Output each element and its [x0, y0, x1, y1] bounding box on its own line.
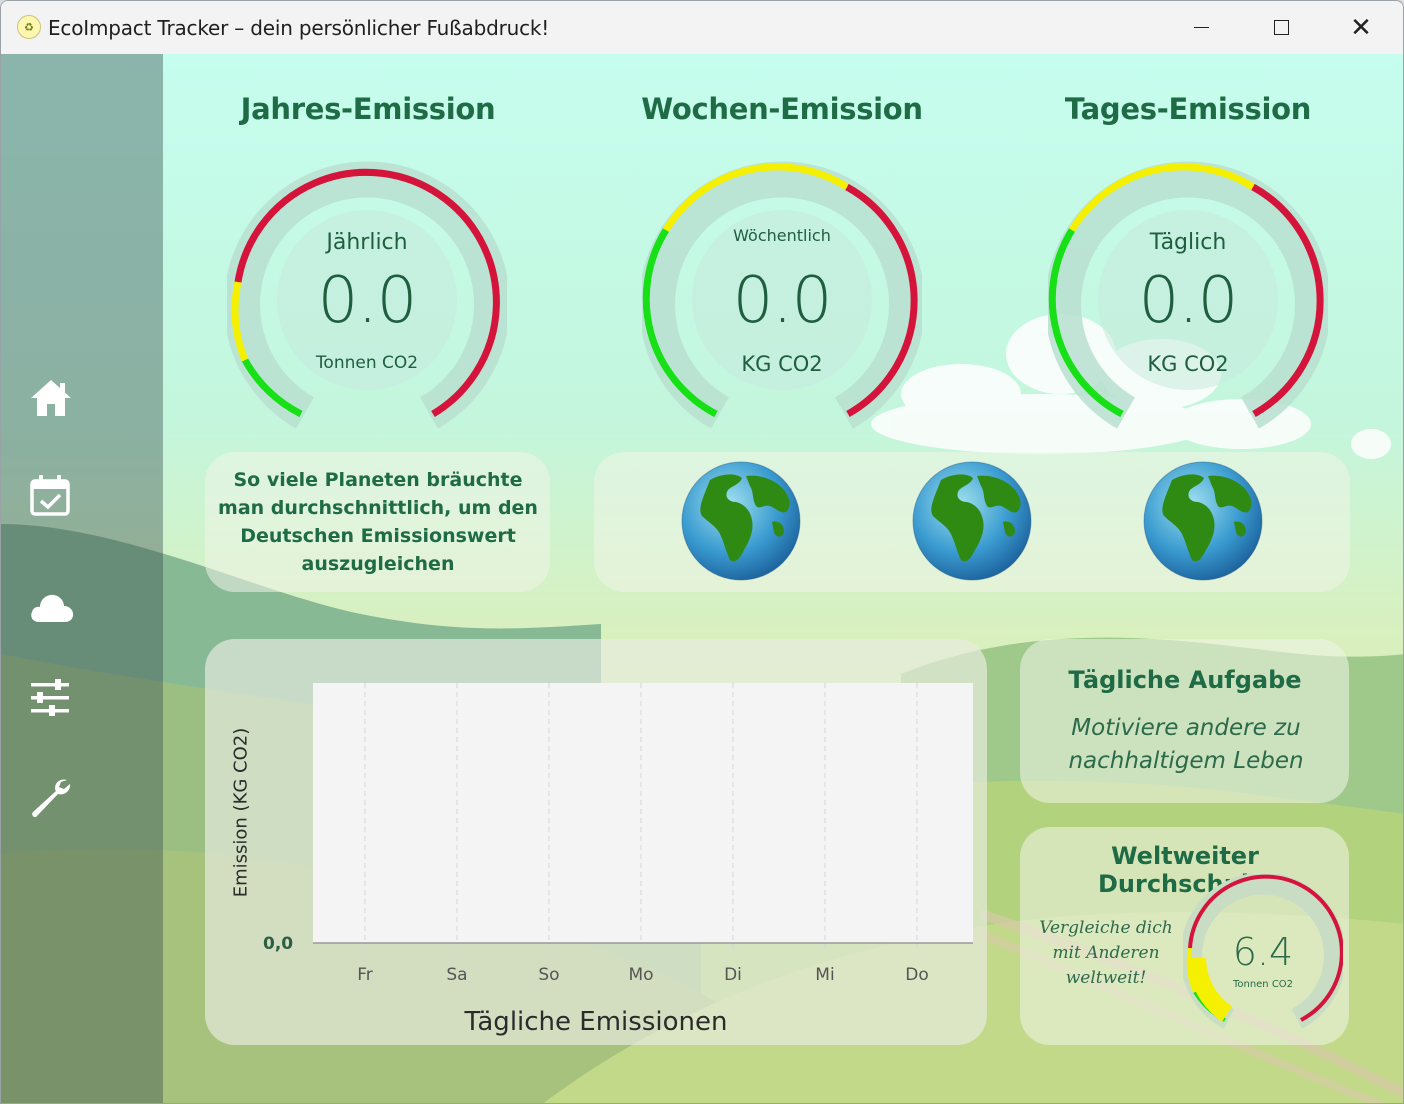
main-content: Jahres-Emission Wochen-Emission Tages-Em… [1, 54, 1403, 1103]
annual-gauge-label: Jährlich [326, 230, 408, 255]
title-bar[interactable]: ♻ EcoImpact Tracker – dein persönlicher … [1, 1, 1403, 54]
daily-gauge-unit: KG CO2 [1147, 352, 1229, 376]
globe-icon [912, 461, 1032, 581]
world-average-gauge: 6.4 Tonnen CO2 [1180, 872, 1346, 1034]
sidebar [1, 54, 163, 1103]
world-average-unit: Tonnen CO2 [1232, 979, 1294, 990]
daily-gauge-label: Täglich [1149, 230, 1227, 255]
window-title: EcoImpact Tracker – dein persönlicher Fu… [48, 16, 550, 40]
app-logo-icon: ♻ [17, 15, 41, 39]
chart-title: Tägliche Emissionen [464, 1007, 728, 1037]
wrench-icon[interactable] [27, 774, 75, 822]
cloud-icon[interactable] [27, 582, 75, 630]
daily-gauge-value: 0.0 [1138, 264, 1239, 338]
minimize-icon [1193, 26, 1209, 29]
maximize-button[interactable] [1241, 1, 1321, 54]
weekly-gauge-label: Wöchentlich [733, 226, 831, 245]
chart-y-axis-label: Emission (KG CO2) [230, 727, 252, 898]
annual-gauge-unit: Tonnen CO2 [315, 353, 419, 373]
weekly-gauge-unit: KG CO2 [741, 352, 823, 376]
x-tick-label: Sa [446, 965, 468, 985]
x-tick-label: Fr [357, 965, 373, 985]
world-average-value: 6.4 [1232, 930, 1294, 974]
x-tick-label: Mo [628, 965, 654, 985]
weekly-gauge-value: 0.0 [732, 264, 833, 338]
calendar-check-icon[interactable] [27, 472, 75, 520]
x-tick-label: Mi [815, 965, 835, 985]
weekly-emission-title: Wochen-Emission [641, 92, 923, 126]
annual-gauge-value: 0.0 [317, 264, 418, 338]
plot-area [313, 683, 973, 943]
y-tick-label: 0,0 [263, 934, 294, 954]
app-window: ♻ EcoImpact Tracker – dein persönlicher … [0, 0, 1404, 1104]
world-average-text: Vergleiche dich mit Anderen weltweit! [1039, 918, 1173, 988]
planets-info-text: So viele Planeten bräuchte man durchschn… [218, 469, 538, 575]
globe-icon [681, 461, 801, 581]
sliders-icon[interactable] [27, 674, 75, 722]
close-icon: ✕ [1350, 12, 1372, 43]
x-tick-label: So [538, 965, 560, 985]
daily-task-text: Motiviere andere zu nachhaltigem Leben [1068, 715, 1304, 774]
annual-emission-title: Jahres-Emission [240, 92, 496, 126]
globe-icon [1143, 461, 1263, 581]
weekly-emission-gauge: Wöchentlich 0.0 KG CO2 [642, 160, 922, 440]
daily-emission-gauge: Täglich 0.0 KG CO2 [1048, 160, 1328, 440]
close-button[interactable]: ✕ [1321, 1, 1401, 54]
annual-emission-gauge: Jährlich 0.0 Tonnen CO2 [227, 160, 507, 440]
daily-task-title: Tägliche Aufgabe [1068, 666, 1302, 694]
home-icon[interactable] [27, 374, 75, 422]
minimize-button[interactable] [1161, 1, 1241, 54]
daily-emissions-chart [313, 683, 973, 949]
maximize-icon [1273, 20, 1289, 35]
daily-emission-title: Tages-Emission [1064, 92, 1312, 126]
x-tick-label: Do [905, 965, 929, 985]
x-tick-label: Di [724, 965, 742, 985]
